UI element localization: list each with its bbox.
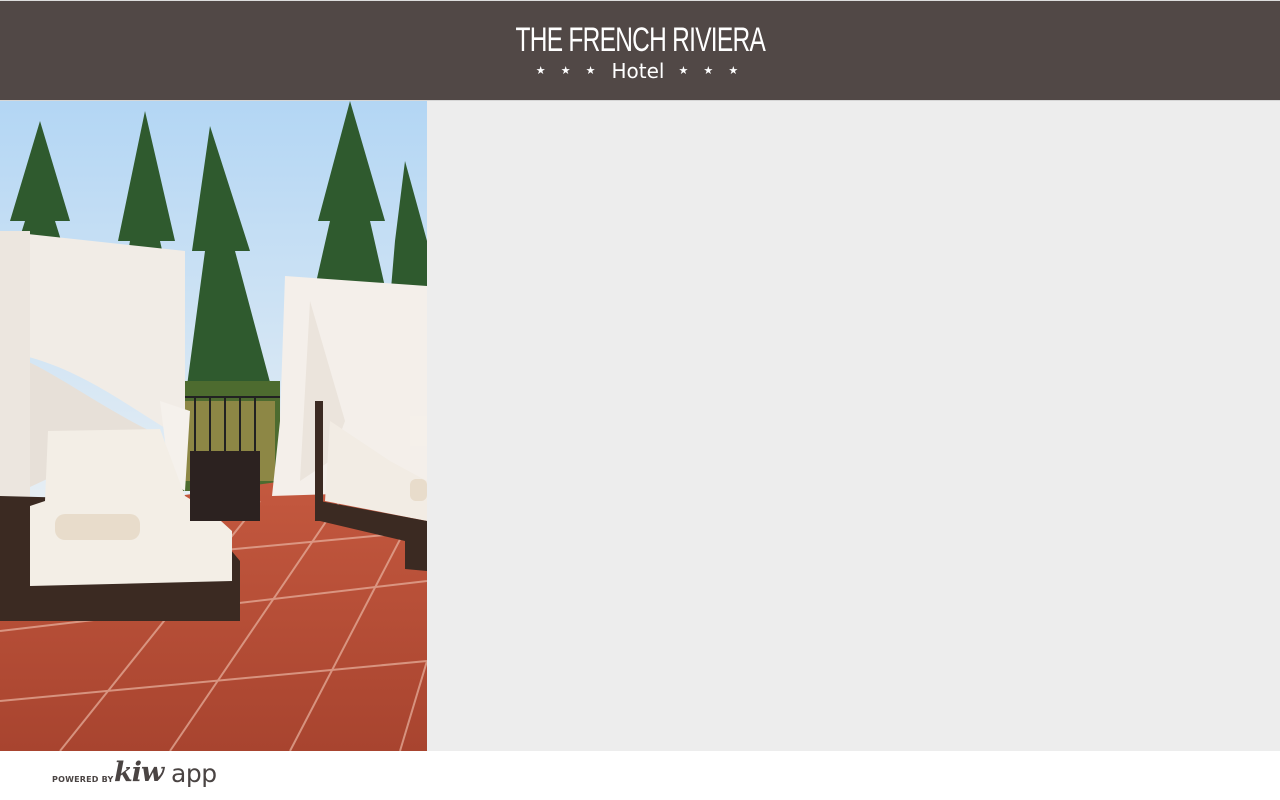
hero-image bbox=[0, 101, 427, 751]
terrace-photo-illustration bbox=[0, 101, 427, 751]
app-footer: POWERED BY kiw app bbox=[0, 751, 1280, 800]
stars-right-icon: ★ ★ ★ bbox=[678, 65, 745, 77]
hotel-logo-subtitle: ★ ★ ★ Hotel ★ ★ ★ bbox=[536, 60, 744, 82]
kiwapp-logo-app[interactable]: app bbox=[171, 759, 217, 788]
kiwapp-logo-kiw[interactable]: kiw bbox=[114, 757, 164, 788]
stars-left-icon: ★ ★ ★ bbox=[535, 65, 602, 77]
hotel-word: Hotel bbox=[611, 58, 665, 83]
app-header: THE FRENCH RIVIERA ★ ★ ★ Hotel ★ ★ ★ bbox=[0, 0, 1280, 100]
hotel-logo-title: THE FRENCH RIVIERA bbox=[515, 20, 765, 59]
powered-by-label: POWERED BY bbox=[52, 775, 114, 784]
main-content bbox=[0, 100, 1280, 751]
